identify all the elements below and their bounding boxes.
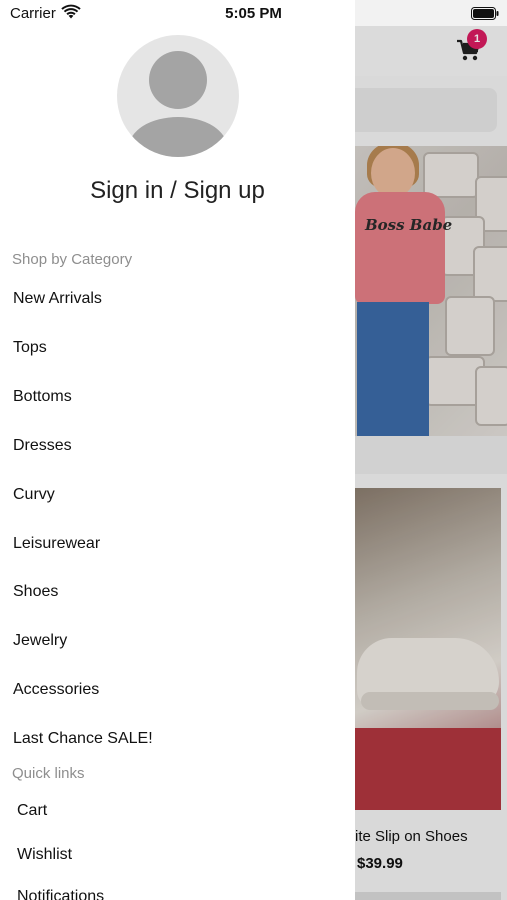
navigation-drawer: Sign in / Sign up Shop by Category New A… xyxy=(0,0,355,900)
category-item-dresses[interactable]: Dresses xyxy=(13,437,72,455)
quick-link-cart[interactable]: Cart xyxy=(17,802,47,820)
category-item-new-arrivals[interactable]: New Arrivals xyxy=(13,290,102,308)
status-bar: Carrier 5:05 PM xyxy=(0,0,507,28)
section-title-shop-by-category: Shop by Category xyxy=(12,251,133,268)
category-item-tops[interactable]: Tops xyxy=(13,339,47,357)
category-item-bottoms[interactable]: Bottoms xyxy=(13,388,72,406)
quick-link-wishlist[interactable]: Wishlist xyxy=(17,846,72,864)
quick-link-notifications[interactable]: Notifications xyxy=(17,888,104,900)
status-time: 5:05 PM xyxy=(225,5,282,22)
category-item-jewelry[interactable]: Jewelry xyxy=(13,632,67,650)
section-title-quick-links: Quick links xyxy=(12,765,85,782)
category-item-accessories[interactable]: Accessories xyxy=(13,681,99,699)
drawer-scrim[interactable] xyxy=(355,26,507,900)
category-item-last-chance-sale[interactable]: Last Chance SALE! xyxy=(13,730,153,748)
avatar-icon[interactable] xyxy=(117,35,239,157)
category-item-curvy[interactable]: Curvy xyxy=(13,486,55,504)
sign-in-link[interactable]: Sign in / Sign up xyxy=(0,177,355,205)
category-item-shoes[interactable]: Shoes xyxy=(13,583,58,601)
category-item-leisurewear[interactable]: Leisurewear xyxy=(13,535,100,553)
battery-icon xyxy=(471,7,499,20)
